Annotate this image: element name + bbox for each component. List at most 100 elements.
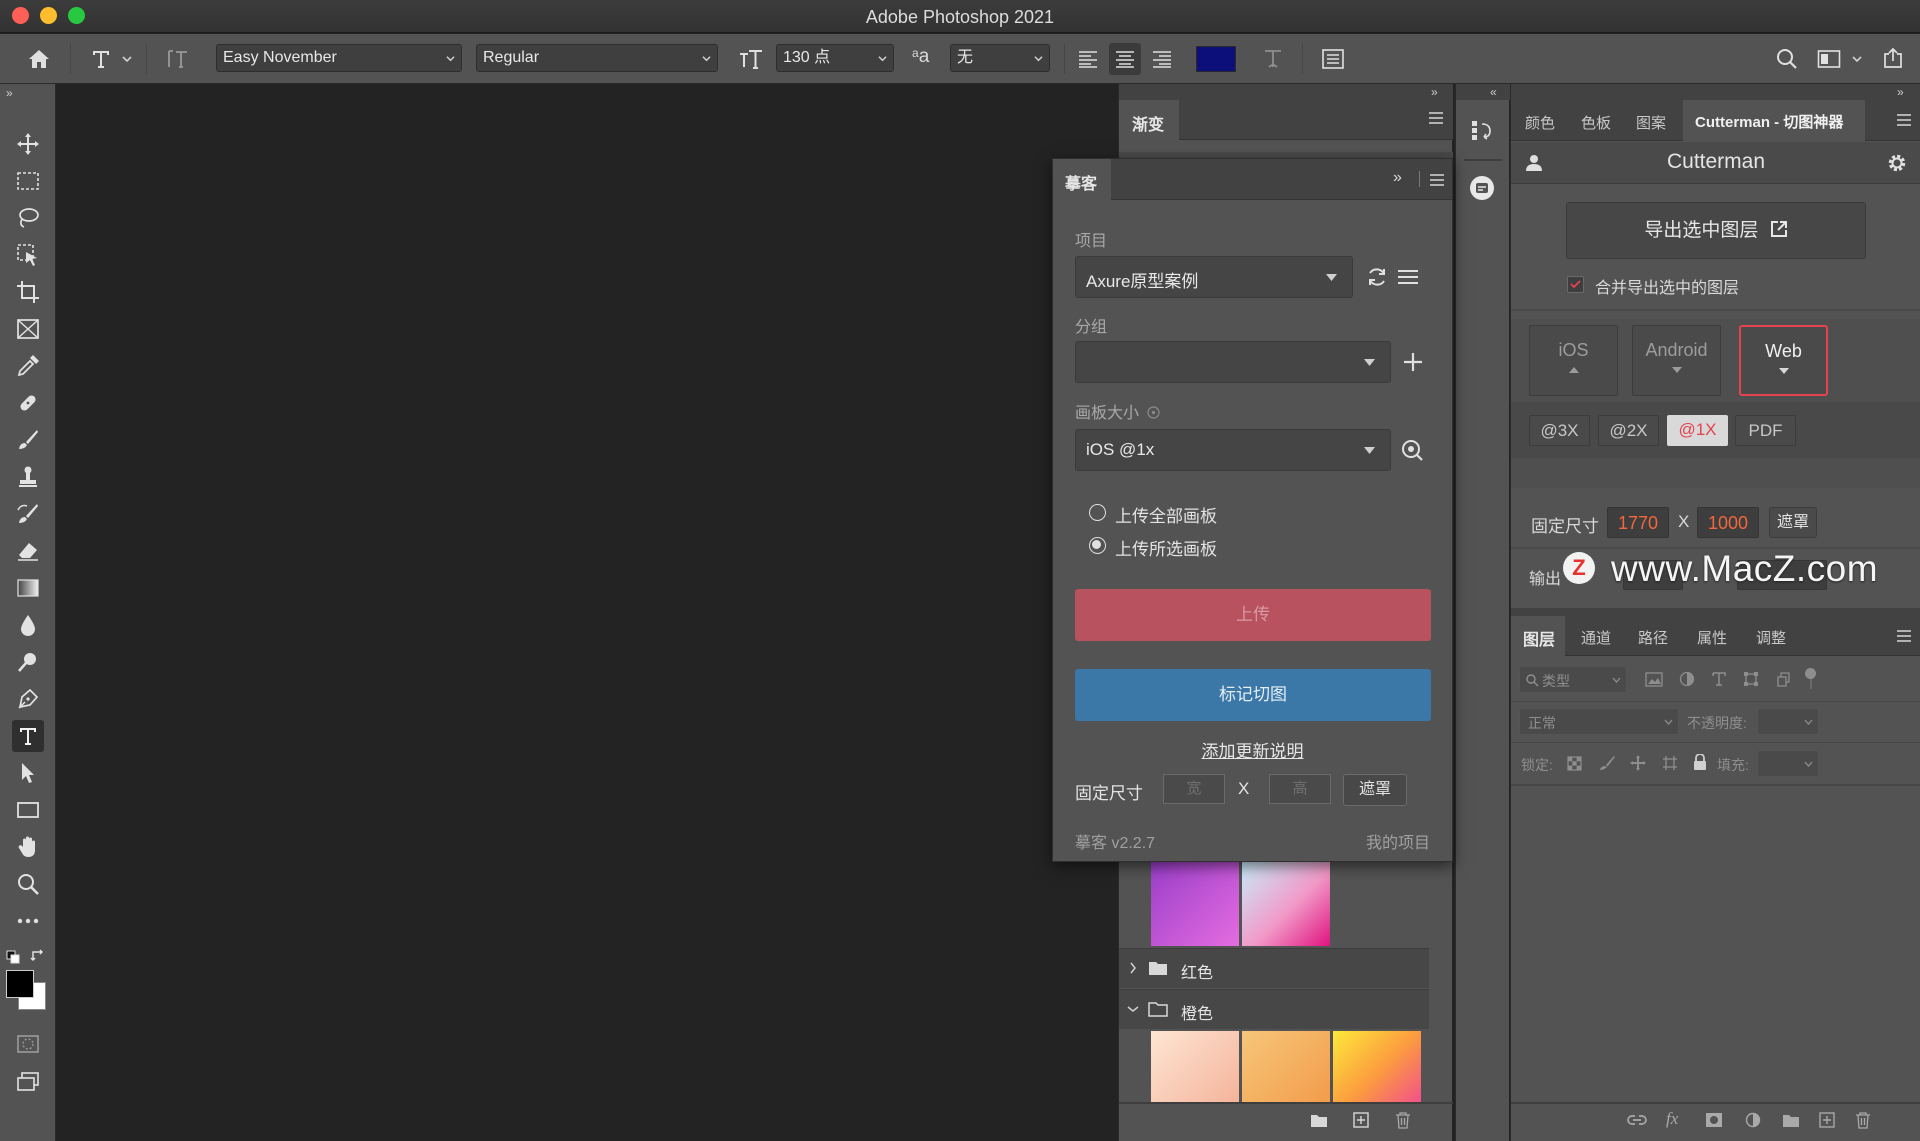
type-tool-preset-icon[interactable] bbox=[86, 44, 116, 74]
font-size-select[interactable]: 130 点 bbox=[776, 44, 894, 72]
path-selection-tool-icon[interactable] bbox=[12, 757, 44, 789]
dodge-tool-icon[interactable] bbox=[12, 646, 44, 678]
new-gradient-icon[interactable] bbox=[1353, 1112, 1369, 1128]
collapse-toolbar-icon[interactable]: » bbox=[6, 86, 13, 100]
scale-pdf-button[interactable]: PDF bbox=[1735, 415, 1796, 446]
workspace-icon[interactable] bbox=[1814, 44, 1844, 74]
gradient-swatch[interactable] bbox=[1242, 862, 1330, 946]
zoom-tool-icon[interactable] bbox=[12, 868, 44, 900]
adjustment-layer-icon[interactable] bbox=[1745, 1112, 1761, 1128]
brush-tool-icon[interactable] bbox=[12, 424, 44, 456]
healing-brush-tool-icon[interactable] bbox=[12, 387, 44, 419]
clone-stamp-tool-icon[interactable] bbox=[12, 461, 44, 493]
export-selected-layers-button[interactable]: 导出选中图层 bbox=[1566, 202, 1866, 259]
trash-icon[interactable] bbox=[1395, 1111, 1411, 1129]
lock-all-icon[interactable] bbox=[1693, 754, 1707, 771]
refresh-icon[interactable] bbox=[1366, 266, 1388, 288]
panel-menu-icon[interactable] bbox=[1897, 630, 1911, 642]
move-tool-icon[interactable] bbox=[12, 128, 44, 160]
tab-moke[interactable]: 摹客 bbox=[1053, 159, 1111, 201]
document-canvas[interactable] bbox=[57, 84, 1117, 1141]
search-icon[interactable] bbox=[1772, 44, 1802, 74]
tab-channels[interactable]: 通道 bbox=[1581, 627, 1611, 648]
tab-adjustments[interactable]: 调整 bbox=[1756, 627, 1786, 648]
crop-tool-icon[interactable] bbox=[12, 276, 44, 308]
rectangle-tool-icon[interactable] bbox=[12, 794, 44, 826]
help-icon[interactable] bbox=[1147, 406, 1161, 419]
new-layer-icon[interactable] bbox=[1819, 1112, 1835, 1128]
filter-toggle-icon[interactable] bbox=[1805, 668, 1816, 679]
quick-mask-icon[interactable] bbox=[12, 1028, 44, 1060]
type-tool-icon[interactable] bbox=[12, 720, 44, 752]
swap-colors-icon[interactable] bbox=[30, 948, 46, 964]
text-color-swatch[interactable] bbox=[1196, 46, 1236, 72]
align-right-icon[interactable] bbox=[1147, 44, 1177, 74]
project-select[interactable]: Axure原型案例 bbox=[1075, 256, 1353, 298]
fill-input[interactable] bbox=[1757, 750, 1819, 777]
height-input[interactable]: 高 bbox=[1269, 774, 1331, 804]
font-family-select[interactable]: Easy November bbox=[216, 44, 462, 72]
lasso-tool-icon[interactable] bbox=[12, 202, 44, 234]
delete-layer-icon[interactable] bbox=[1855, 1111, 1871, 1129]
warp-text-icon[interactable] bbox=[1258, 44, 1288, 74]
group-select[interactable] bbox=[1075, 341, 1391, 383]
gradient-swatch[interactable] bbox=[1242, 1031, 1330, 1103]
history-brush-tool-icon[interactable] bbox=[12, 498, 44, 530]
lock-artboard-icon[interactable] bbox=[1662, 755, 1678, 771]
link-layers-icon[interactable] bbox=[1627, 1113, 1647, 1127]
radio-upload-all[interactable] bbox=[1089, 504, 1106, 521]
tab-paths[interactable]: 路径 bbox=[1638, 627, 1668, 648]
align-center-icon[interactable] bbox=[1109, 43, 1141, 75]
blur-tool-icon[interactable] bbox=[12, 609, 44, 641]
gradient-group-orange[interactable]: 橙色 bbox=[1119, 989, 1429, 1029]
pen-tool-icon[interactable] bbox=[12, 683, 44, 715]
new-group-folder-icon[interactable] bbox=[1310, 1113, 1328, 1128]
hand-tool-icon[interactable] bbox=[12, 831, 44, 863]
chevron-right-icon[interactable] bbox=[1129, 962, 1137, 974]
mark-slice-button[interactable]: 标记切图 bbox=[1075, 669, 1431, 721]
workspace-chevron-icon[interactable] bbox=[1850, 50, 1864, 68]
my-projects-link[interactable]: 我的项目 bbox=[1366, 829, 1430, 853]
mask-button[interactable]: 遮罩 bbox=[1769, 507, 1817, 538]
filter-shape-icon[interactable] bbox=[1743, 671, 1759, 687]
share-icon[interactable] bbox=[1878, 43, 1908, 73]
radio-upload-selected[interactable] bbox=[1089, 537, 1106, 554]
expand-dock-icon[interactable]: « bbox=[1490, 85, 1497, 99]
character-panel-icon[interactable] bbox=[1318, 44, 1348, 74]
moke-plugin-icon[interactable] bbox=[1466, 172, 1498, 204]
frame-tool-icon[interactable] bbox=[12, 313, 44, 345]
tab-gradient[interactable]: 渐变 bbox=[1119, 100, 1179, 141]
new-group-icon[interactable] bbox=[1782, 1113, 1800, 1128]
width-input[interactable]: 宽 bbox=[1163, 774, 1225, 804]
foreground-color-swatch[interactable] bbox=[6, 970, 34, 998]
collapse-panel-icon[interactable]: » bbox=[1393, 169, 1402, 187]
merge-export-checkbox[interactable] bbox=[1567, 276, 1584, 293]
platform-android-button[interactable]: Android bbox=[1632, 325, 1721, 396]
add-mask-icon[interactable] bbox=[1705, 1112, 1723, 1128]
antialias-select[interactable]: 无 bbox=[950, 44, 1050, 72]
scale-3x-button[interactable]: @3X bbox=[1529, 415, 1590, 446]
tab-layers[interactable]: 图层 bbox=[1511, 616, 1565, 657]
opacity-input[interactable] bbox=[1757, 708, 1819, 735]
eraser-tool-icon[interactable] bbox=[12, 535, 44, 567]
tab-cutterman[interactable]: Cutterman - 切图神器 bbox=[1683, 100, 1865, 142]
lock-position-icon[interactable] bbox=[1630, 755, 1646, 771]
default-colors-icon[interactable] bbox=[6, 950, 20, 964]
add-update-notes-link[interactable]: 添加更新说明 bbox=[1202, 742, 1304, 761]
more-tools-icon[interactable] bbox=[12, 905, 44, 937]
artboard-size-select[interactable]: iOS @1x bbox=[1075, 429, 1391, 471]
eyedropper-tool-icon[interactable] bbox=[12, 350, 44, 382]
gradient-tool-icon[interactable] bbox=[12, 572, 44, 604]
tab-color[interactable]: 颜色 bbox=[1525, 112, 1555, 133]
font-style-select[interactable]: Regular bbox=[476, 44, 718, 72]
layer-filter-select[interactable]: 类型 bbox=[1519, 666, 1627, 693]
list-menu-icon[interactable] bbox=[1398, 269, 1418, 285]
filter-adjustment-icon[interactable] bbox=[1679, 671, 1695, 687]
gradient-swatch[interactable] bbox=[1151, 1031, 1239, 1103]
collapse-panels-icon[interactable]: » bbox=[1431, 85, 1438, 99]
chevron-down-icon[interactable] bbox=[1127, 1005, 1139, 1013]
align-left-icon[interactable] bbox=[1073, 44, 1103, 74]
mask-button[interactable]: 遮罩 bbox=[1343, 774, 1407, 806]
gear-icon[interactable] bbox=[1887, 153, 1907, 173]
scale-2x-button[interactable]: @2X bbox=[1598, 415, 1659, 446]
